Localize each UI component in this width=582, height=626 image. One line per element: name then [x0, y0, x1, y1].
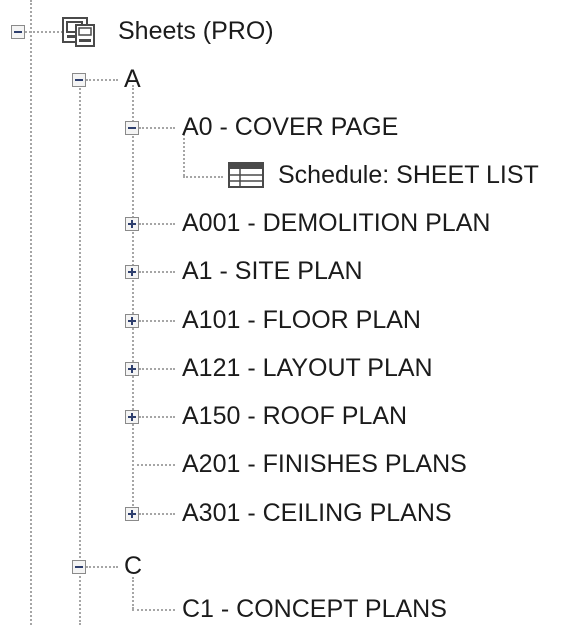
- tree-line: [132, 85, 134, 513]
- expand-toggle-a1[interactable]: [125, 265, 139, 279]
- tree-line: [183, 176, 223, 178]
- tree-line: [139, 320, 175, 322]
- collapse-toggle-group-c[interactable]: [72, 560, 86, 574]
- tree-group-label-a[interactable]: A: [124, 62, 141, 96]
- tree-line: [139, 416, 175, 418]
- tree-line: [25, 31, 63, 33]
- expand-toggle-a301[interactable]: [125, 507, 139, 521]
- tree-item-sheet[interactable]: A301 - CEILING PLANS: [182, 496, 452, 530]
- tree-item-sheet[interactable]: A001 - DEMOLITION PLAN: [182, 206, 490, 240]
- tree-line: [86, 79, 118, 81]
- tree-line: [139, 223, 175, 225]
- tree-root-label[interactable]: Sheets (PRO): [118, 14, 274, 48]
- tree-line: [139, 271, 175, 273]
- collapse-toggle-root[interactable]: [11, 25, 25, 39]
- sheet-icon: [62, 17, 95, 47]
- tree-item-sheet[interactable]: C1 - CONCEPT PLANS: [182, 592, 447, 626]
- tree-line: [139, 127, 175, 129]
- expand-toggle-a121[interactable]: [125, 362, 139, 376]
- tree-group-label-c[interactable]: C: [124, 549, 142, 583]
- expand-toggle-a101[interactable]: [125, 314, 139, 328]
- expand-toggle-a150[interactable]: [125, 410, 139, 424]
- tree-item-sheet[interactable]: A0 - COVER PAGE: [182, 110, 398, 144]
- tree-line: [132, 609, 175, 611]
- tree-item-schedule[interactable]: Schedule: SHEET LIST: [278, 158, 539, 192]
- tree-line: [79, 85, 81, 625]
- collapse-toggle-a0[interactable]: [125, 121, 139, 135]
- collapse-toggle-group-a[interactable]: [72, 73, 86, 87]
- tree-line: [30, 0, 32, 625]
- tree-item-sheet[interactable]: A150 - ROOF PLAN: [182, 399, 407, 433]
- tree-line: [139, 368, 175, 370]
- tree-item-sheet[interactable]: A201 - FINISHES PLANS: [182, 447, 467, 481]
- tree-line: [139, 513, 175, 515]
- tree-line: [86, 566, 118, 568]
- expand-toggle-a001[interactable]: [125, 217, 139, 231]
- tree-item-sheet[interactable]: A101 - FLOOR PLAN: [182, 303, 421, 337]
- tree-item-sheet[interactable]: A1 - SITE PLAN: [182, 254, 363, 288]
- tree-line: [132, 464, 175, 466]
- tree-item-sheet[interactable]: A121 - LAYOUT PLAN: [182, 351, 433, 385]
- schedule-icon: [228, 162, 264, 188]
- project-browser-tree: Sheets (PRO) A A0 - COVER PAGE Schedule:…: [0, 0, 582, 625]
